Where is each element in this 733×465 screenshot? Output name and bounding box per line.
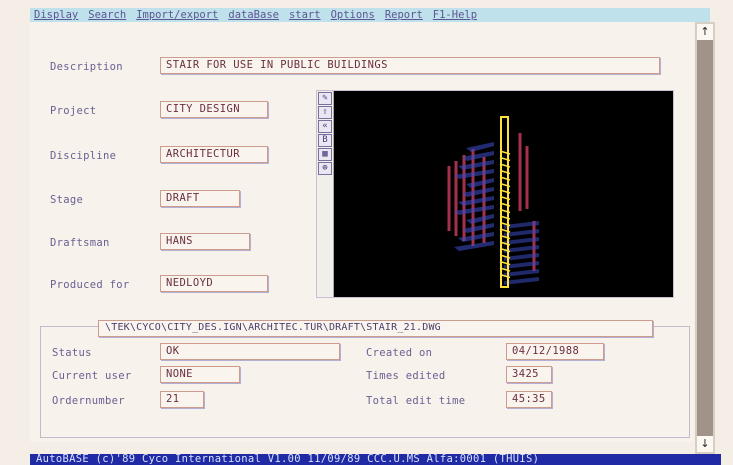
total-edit-time-field[interactable]: 45:35 xyxy=(506,391,552,408)
menu-display[interactable]: Display xyxy=(30,9,82,21)
stair-drawing xyxy=(447,116,539,288)
drawing-viewer: ✎ ⇧ «B ▦ ⊕ xyxy=(316,90,674,298)
file-path-field[interactable]: \TEK\CYCO\CITY_DES.IGN\ARCHITEC.TUR\DRAF… xyxy=(98,320,653,337)
menu-start[interactable]: start xyxy=(283,9,325,21)
scroll-up-arrow-icon[interactable]: ↑ xyxy=(697,24,713,40)
times-edited-label: Times edited xyxy=(366,370,446,382)
box-icon[interactable]: B xyxy=(318,134,332,147)
menu-import-export[interactable]: Import/export xyxy=(130,9,222,21)
current-user-field[interactable]: NONE xyxy=(160,366,240,383)
scroll-track[interactable] xyxy=(697,40,713,436)
project-field[interactable]: CITY DESIGN xyxy=(160,101,268,118)
produced-for-label: Produced for xyxy=(50,279,130,291)
created-on-label: Created on xyxy=(366,347,433,359)
menu-options[interactable]: Options xyxy=(325,9,379,21)
discipline-field[interactable]: ARCHITECTUR xyxy=(160,146,268,163)
stair-tread xyxy=(462,151,494,161)
viewer-toolbar: ✎ ⇧ «B ▦ ⊕ xyxy=(317,91,334,297)
vertical-scrollbar[interactable]: ↑ ↓ xyxy=(695,22,715,454)
menu-help[interactable]: F1-Help xyxy=(427,9,481,21)
times-edited-field[interactable]: 3425 xyxy=(506,366,552,383)
back-icon[interactable]: « xyxy=(318,120,332,133)
stair-tread xyxy=(462,187,494,197)
draftsman-field[interactable]: HANS xyxy=(160,233,250,250)
discipline-label: Discipline xyxy=(50,150,117,162)
draftsman-label: Draftsman xyxy=(50,237,110,249)
ordernumber-label: Ordernumber xyxy=(52,395,125,407)
stage-field[interactable]: DRAFT xyxy=(160,190,240,207)
produced-for-field[interactable]: NEDLOYD xyxy=(160,275,268,292)
description-label: Description xyxy=(50,61,123,73)
ordernumber-field[interactable]: 21 xyxy=(160,391,204,408)
stair-tread xyxy=(504,277,539,285)
stair-tread xyxy=(466,142,494,152)
total-edit-time-label: Total edit time xyxy=(366,395,466,407)
status-bar: AutoBASE (c)'89 Cyco International V1.00… xyxy=(30,454,721,465)
stair-tread xyxy=(466,178,494,188)
status-label: Status xyxy=(52,347,92,359)
pan-icon[interactable]: ⇧ xyxy=(318,106,332,119)
description-field[interactable]: STAIR FOR USE IN PUBLIC BUILDINGS xyxy=(160,57,660,74)
scroll-down-arrow-icon[interactable]: ↓ xyxy=(697,436,713,452)
menu-report[interactable]: Report xyxy=(379,9,427,21)
current-user-label: Current user xyxy=(52,370,132,382)
created-on-field[interactable]: 04/12/1988 xyxy=(506,343,604,360)
view-icon[interactable]: ⊕ xyxy=(318,162,332,175)
stair-tread xyxy=(462,223,494,233)
stair-tread xyxy=(466,214,494,224)
zoom-icon[interactable]: ✎ xyxy=(318,92,332,105)
stage-label: Stage xyxy=(50,194,84,206)
menu-database[interactable]: dataBase xyxy=(222,9,283,21)
grid-icon[interactable]: ▦ xyxy=(318,148,332,161)
project-label: Project xyxy=(50,105,97,117)
menu-bar: Display Search Import/export dataBase st… xyxy=(30,8,710,22)
menu-search[interactable]: Search xyxy=(82,9,130,21)
status-field[interactable]: OK xyxy=(160,343,340,360)
